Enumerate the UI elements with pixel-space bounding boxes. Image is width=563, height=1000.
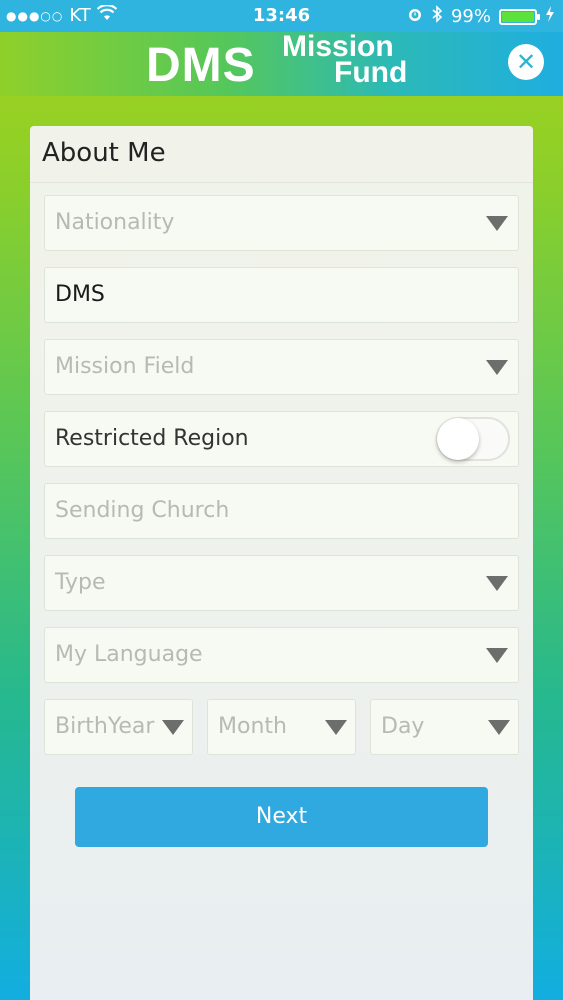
restricted-region-row: Restricted Region xyxy=(44,411,519,467)
dropdown-arrow-icon xyxy=(162,720,184,735)
mission-fund-logo: Mission Fund xyxy=(282,32,422,89)
dropdown-arrow-icon xyxy=(486,576,508,591)
battery-icon xyxy=(499,8,540,25)
my-language-placeholder: My Language xyxy=(55,642,203,667)
charging-icon xyxy=(545,6,555,27)
restricted-region-label: Restricted Region xyxy=(55,426,249,451)
close-icon: ✕ xyxy=(515,48,537,76)
birth-year-select[interactable]: BirthYear xyxy=(44,699,193,755)
next-button[interactable]: Next xyxy=(75,787,488,847)
birth-year-placeholder: BirthYear xyxy=(55,714,155,739)
dropdown-arrow-icon xyxy=(488,720,510,735)
type-select[interactable]: Type xyxy=(44,555,519,611)
mission-field-select[interactable]: Mission Field xyxy=(44,339,519,395)
bluetooth-icon xyxy=(431,5,443,28)
header: DMS Mission Fund xyxy=(0,32,563,96)
my-language-select[interactable]: My Language xyxy=(44,627,519,683)
name-value: DMS xyxy=(55,282,105,307)
page-title: About Me xyxy=(42,138,166,168)
day-placeholder: Day xyxy=(381,714,425,739)
status-right: 99% xyxy=(407,5,555,28)
month-select[interactable]: Month xyxy=(207,699,356,755)
dropdown-arrow-icon xyxy=(325,720,347,735)
dropdown-arrow-icon xyxy=(486,216,508,231)
dropdown-arrow-icon xyxy=(486,360,508,375)
type-placeholder: Type xyxy=(55,570,106,595)
title-divider xyxy=(30,182,533,183)
toggle-knob xyxy=(437,418,479,460)
battery-percent: 99% xyxy=(450,6,491,27)
about-me-card: About Me Nationality DMS Mission Field R… xyxy=(30,126,533,1000)
dropdown-arrow-icon xyxy=(486,648,508,663)
logo-fund-text: Fund xyxy=(334,56,408,89)
alarm-icon xyxy=(407,6,423,27)
day-select[interactable]: Day xyxy=(370,699,519,755)
nationality-placeholder: Nationality xyxy=(55,210,175,235)
status-bar: ●●●○○ KT 13:46 99% xyxy=(0,0,563,32)
dms-logo: DMS xyxy=(146,39,256,92)
nationality-select[interactable]: Nationality xyxy=(44,195,519,251)
sending-church-placeholder: Sending Church xyxy=(55,498,230,523)
close-button[interactable]: ✕ xyxy=(508,44,544,80)
month-placeholder: Month xyxy=(218,714,287,739)
restricted-region-toggle[interactable] xyxy=(436,417,510,461)
name-field[interactable]: DMS xyxy=(44,267,519,323)
sending-church-field[interactable]: Sending Church xyxy=(44,483,519,539)
mission-field-placeholder: Mission Field xyxy=(55,354,195,379)
